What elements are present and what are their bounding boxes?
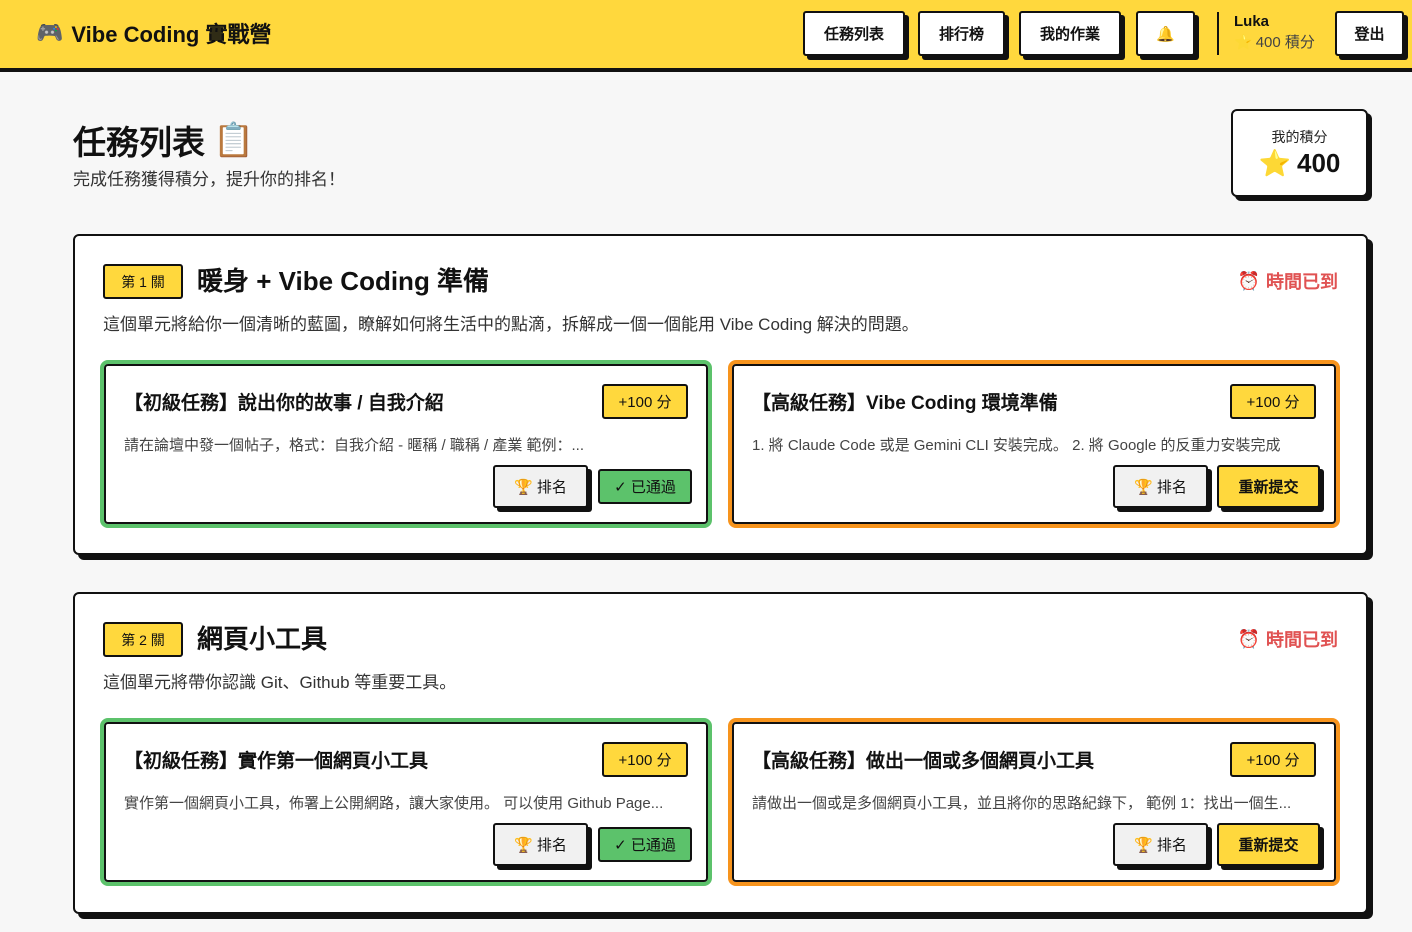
task-card-advanced[interactable]: 【高級任務】做出一個或多個網頁小工具 +100 分 請做出一個或是多個網頁小工具…: [728, 718, 1340, 886]
my-score-label: 我的積分: [1271, 129, 1328, 145]
stage-badge: 第 1 關: [103, 264, 183, 299]
resubmit-button[interactable]: 重新提交: [1217, 465, 1320, 508]
my-score-card: 我的積分 ⭐ 400: [1231, 109, 1368, 197]
stage-title: 網頁小工具: [197, 624, 328, 654]
alarm-clock-icon: ⏰: [1237, 628, 1260, 649]
clipboard-icon: 📋: [213, 120, 255, 158]
logout-button[interactable]: 登出: [1335, 11, 1404, 56]
nav-tasks-button[interactable]: 任務列表: [803, 11, 905, 56]
rank-button-label: 排名: [1156, 837, 1187, 854]
task-title: 【高級任務】Vibe Coding 環境準備: [752, 393, 1058, 414]
rank-button[interactable]: 🏆 排名: [493, 465, 588, 508]
task-points-badge: +100 分: [602, 742, 688, 777]
stage-status: ⏰ 時間已到: [1238, 626, 1338, 652]
nav-my-work-button[interactable]: 我的作業: [1019, 11, 1121, 56]
passed-status-button[interactable]: ✓ 已通過: [598, 827, 692, 862]
task-description: 實作第一個網頁小工具，佈署上公開網路，讓大家使用。 可以使用 Github Pa…: [124, 795, 664, 812]
passed-status-button[interactable]: ✓ 已通過: [598, 469, 692, 504]
brand[interactable]: 🎮 Vibe Coding 實戰營: [36, 17, 271, 49]
user-info: Luka ⭐ 400 積分: [1234, 12, 1315, 54]
task-points-badge: +100 分: [602, 384, 688, 419]
gamepad-icon: 🎮: [36, 20, 64, 45]
rank-button-label: 排名: [536, 837, 567, 854]
notifications-button[interactable]: 🔔: [1136, 11, 1195, 56]
rank-button[interactable]: 🏆 排名: [1113, 465, 1208, 508]
task-card-basic[interactable]: 【初級任務】說出你的故事 / 自我介紹 +100 分 請在論壇中發一個帖子，格式…: [100, 360, 712, 528]
nav-leaderboard-button[interactable]: 排行榜: [918, 11, 1005, 56]
user-name: Luka: [1234, 13, 1270, 30]
task-description: 請在論壇中發一個帖子，格式：自我介紹 - 暱稱 / 職稱 / 產業 範例：...: [124, 437, 585, 454]
rank-button-label: 排名: [1156, 479, 1187, 496]
user-points: ⭐ 400 積分: [1234, 32, 1315, 54]
alarm-clock-icon: ⏰: [1237, 270, 1260, 291]
task-card-basic[interactable]: 【初級任務】實作第一個網頁小工具 +100 分 實作第一個網頁小工具，佈署上公開…: [100, 718, 712, 886]
page-subtitle: 完成任務獲得積分，提升你的排名！: [73, 170, 345, 189]
trophy-icon: 🏆: [514, 836, 533, 854]
task-title: 【初級任務】說出你的故事 / 自我介紹: [124, 393, 444, 414]
resubmit-button[interactable]: 重新提交: [1217, 823, 1320, 866]
page-title-text: 任務列表: [73, 124, 205, 161]
top-navbar: 🎮 Vibe Coding 實戰營 任務列表 排行榜 我的作業 🔔 Luka ⭐…: [0, 0, 1412, 72]
task-title: 【高級任務】做出一個或多個網頁小工具: [752, 751, 1095, 772]
trophy-icon: 🏆: [1134, 478, 1153, 496]
stage-card: 第 1 關 暖身 + Vibe Coding 準備 ⏰ 時間已到 這個單元將給你…: [73, 234, 1368, 555]
bell-icon: 🔔: [1156, 25, 1175, 43]
stage-status-text: 時間已到: [1266, 630, 1338, 650]
rank-button[interactable]: 🏆 排名: [1113, 823, 1208, 866]
my-score-value: ⭐ 400: [1233, 148, 1366, 179]
trophy-icon: 🏆: [1134, 836, 1153, 854]
task-card-advanced[interactable]: 【高級任務】Vibe Coding 環境準備 +100 分 1. 將 Claud…: [728, 360, 1340, 528]
stage-description: 這個單元將帶你認識 Git、Github 等重要工具。: [103, 673, 457, 692]
task-description: 1. 將 Claude Code 或是 Gemini CLI 安裝完成。 2. …: [752, 437, 1281, 454]
stage-description: 這個單元將給你一個清晰的藍圖，瞭解如何將生活中的點滴，拆解成一個一個能用 Vib…: [103, 315, 919, 334]
stage-badge: 第 2 關: [103, 622, 183, 657]
task-points-badge: +100 分: [1230, 742, 1316, 777]
page-title: 任務列表 📋: [73, 116, 254, 164]
task-description: 請做出一個或是多個網頁小工具，並且將你的思路紀錄下， 範例 1：找出一個生...: [752, 795, 1292, 812]
task-points-badge: +100 分: [1230, 384, 1316, 419]
rank-button[interactable]: 🏆 排名: [493, 823, 588, 866]
star-icon: ⭐: [1258, 148, 1291, 178]
trophy-icon: 🏆: [514, 478, 533, 496]
task-title: 【初級任務】實作第一個網頁小工具: [124, 751, 429, 772]
stage-card: 第 2 關 網頁小工具 ⏰ 時間已到 這個單元將帶你認識 Git、Github …: [73, 592, 1368, 914]
star-icon: ⭐: [1234, 34, 1253, 51]
rank-button-label: 排名: [536, 479, 567, 496]
header-divider: [1217, 12, 1219, 55]
my-score-number: 400: [1296, 148, 1341, 178]
stage-status-text: 時間已到: [1266, 272, 1338, 292]
stage-title: 暖身 + Vibe Coding 準備: [197, 266, 490, 296]
app-title: Vibe Coding 實戰營: [71, 22, 272, 47]
stage-status: ⏰ 時間已到: [1238, 268, 1338, 294]
user-points-text: 400 積分: [1255, 34, 1315, 51]
